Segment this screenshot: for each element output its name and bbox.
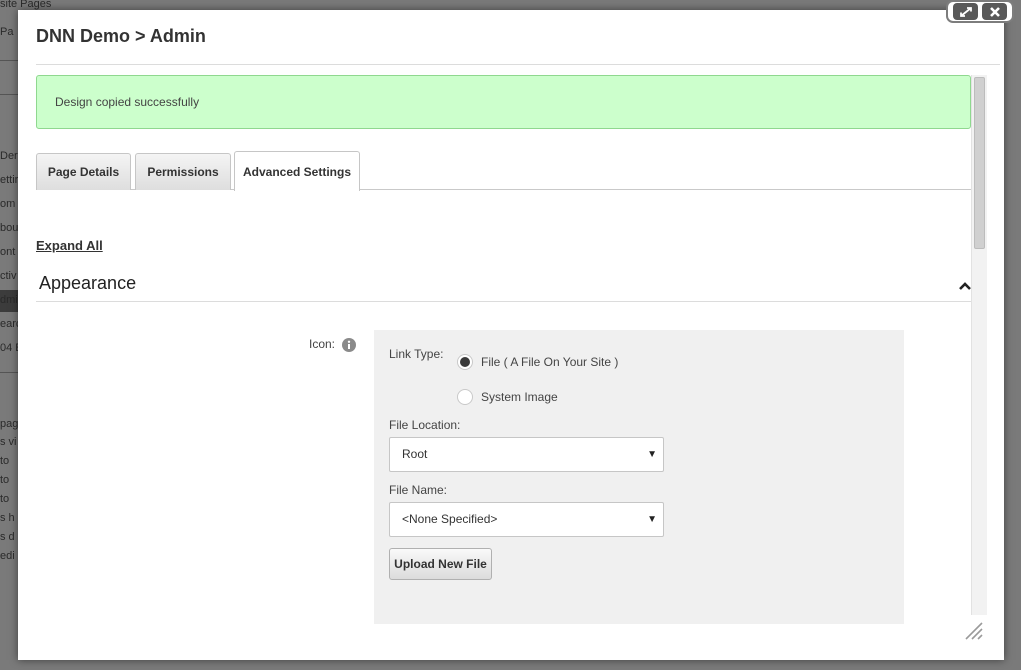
radio-label: File ( A File On Your Site ) (481, 355, 619, 369)
icon-settings-panel: Link Type: File ( A File On Your Site ) … (374, 330, 904, 624)
background-divider (0, 60, 18, 61)
title-divider (36, 64, 1000, 65)
background-text-fragment: s h (0, 512, 15, 524)
file-name-select[interactable]: <None Specified> ▼ (389, 502, 664, 537)
background-text-fragment: to (0, 474, 10, 486)
chevron-up-icon[interactable] (959, 277, 971, 295)
background-text-fragment: Pa (0, 26, 14, 38)
background-text-fragment: ont (0, 246, 16, 258)
appearance-section-header[interactable]: Appearance (36, 265, 971, 302)
icon-field-label: Icon: (309, 337, 336, 351)
resize-grip-icon[interactable] (963, 620, 983, 645)
close-x-icon[interactable] (982, 3, 1007, 20)
modal-title: DNN Demo > Admin (36, 26, 206, 46)
tab-permissions[interactable]: Permissions (135, 153, 231, 190)
modal-window-controls (946, 0, 1014, 23)
link-type-label: Link Type: (389, 347, 444, 361)
modal-content: Design copied successfully Page Details … (36, 75, 971, 660)
background-text-fragment: to (0, 493, 10, 505)
radio-button[interactable] (457, 354, 473, 370)
content-scrollbar[interactable] (971, 75, 987, 615)
radio-button[interactable] (457, 389, 473, 405)
dropdown-caret-icon: ▼ (647, 514, 657, 525)
background-text-fragment: Der (0, 150, 18, 162)
background-text-fragment: s d (0, 531, 15, 543)
file-location-select[interactable]: Root ▼ (389, 437, 664, 472)
dropdown-caret-icon: ▼ (647, 449, 657, 460)
select-value: Root (402, 447, 428, 461)
background-text-fragment: dmi (0, 294, 18, 306)
background-text-fragment: bou (0, 222, 19, 234)
background-divider (0, 372, 18, 373)
background-divider (0, 94, 18, 95)
tab-page-details[interactable]: Page Details (36, 153, 131, 190)
page-settings-modal: DNN Demo > Admin Design copied successfu… (18, 10, 1004, 660)
success-alert: Design copied successfully (36, 75, 971, 129)
background-text-fragment: site Pages (0, 0, 52, 10)
section-title: Appearance (39, 273, 137, 293)
tab-bar: Page Details Permissions Advanced Settin… (36, 151, 971, 191)
info-icon[interactable] (342, 338, 356, 357)
radio-label: System Image (481, 390, 558, 404)
expand-all-link[interactable]: Expand All (36, 238, 103, 253)
expand-arrows-icon[interactable] (953, 3, 978, 20)
background-text-fragment: edi (0, 550, 15, 562)
background-text-fragment: to (0, 455, 10, 467)
upload-new-file-button[interactable]: Upload New File (389, 548, 492, 580)
scrollbar-thumb[interactable] (974, 77, 985, 249)
background-text-fragment: om (0, 198, 16, 210)
tab-advanced-settings[interactable]: Advanced Settings (234, 151, 360, 191)
background-text-fragment: s vi (0, 436, 17, 448)
background-text-fragment: ctiv (0, 270, 17, 282)
radio-system-image-option[interactable]: System Image (457, 389, 558, 405)
background-text-fragment: pag (0, 418, 19, 430)
background-text-fragment: ettir (0, 174, 19, 186)
file-location-label: File Location: (389, 418, 461, 432)
radio-file-option[interactable]: File ( A File On Your Site ) (457, 354, 618, 370)
file-name-label: File Name: (389, 483, 448, 497)
select-value: <None Specified> (402, 512, 498, 526)
